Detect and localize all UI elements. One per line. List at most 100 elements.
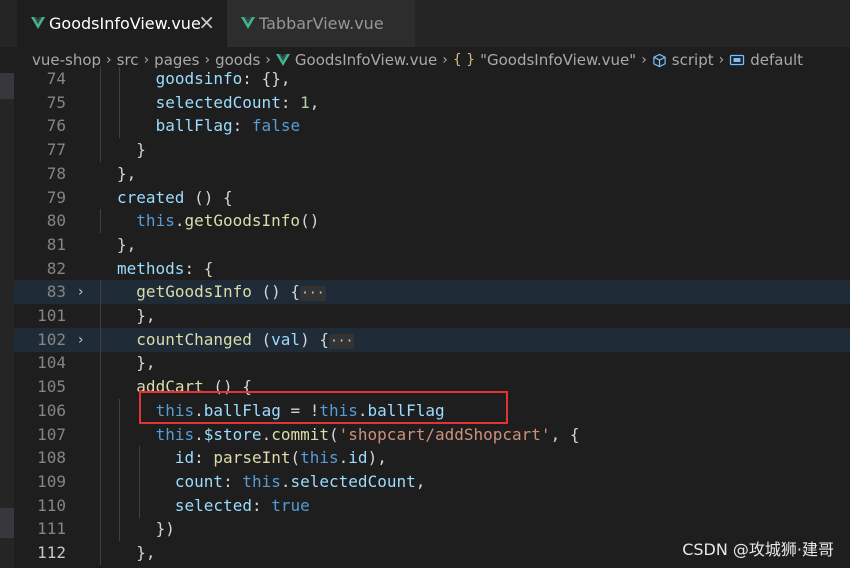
code-token: selected [174, 495, 252, 515]
indent-guide [100, 114, 101, 139]
code-text: countChanged (val) {··· [136, 328, 355, 354]
line-number: 78 [46, 163, 66, 183]
code-line[interactable]: 79 created () { [14, 186, 850, 210]
code-token: ), [367, 448, 387, 468]
code-token: commit [271, 424, 329, 444]
code-text: this.$store.commit('shopcart/addShopcart… [156, 423, 580, 447]
code-token: : [280, 92, 301, 112]
close-icon[interactable]: × [198, 11, 215, 33]
code-token: id [174, 448, 195, 468]
code-token: }, [117, 234, 137, 254]
code-line[interactable]: 76 ballFlag: false [14, 114, 850, 139]
indent-guide [119, 446, 121, 471]
code-token: , { [550, 424, 580, 444]
code-text: } [136, 138, 146, 162]
code-line[interactable]: 104}, [14, 351, 850, 376]
tab-bar-left-strip [0, 0, 17, 47]
indent-guide [119, 469, 121, 494]
code-token: }, [117, 163, 137, 183]
code-token: selectedCount [155, 92, 281, 112]
vue-file-icon [275, 54, 290, 66]
code-line[interactable]: 110 selected: true [14, 493, 850, 518]
code-token: this [300, 448, 339, 468]
code-token: created [117, 187, 185, 207]
code-text: }, [117, 233, 136, 257]
highlight-box [139, 391, 508, 424]
code-editor[interactable]: 74 goodsinfo: {}, 75 selectedCount: 1, 76 bal… [14, 67, 850, 568]
code-line[interactable]: 107 this.$store.commit('shopcart/addShopc… [14, 422, 850, 447]
code-token: this [136, 211, 175, 231]
code-line[interactable]: 78}, [14, 162, 850, 186]
line-number: 77 [46, 140, 66, 160]
code-token: . [280, 471, 291, 491]
code-token: this [242, 471, 281, 491]
code-token: ballFlag [155, 116, 233, 136]
indent-guide [100, 304, 101, 328]
code-text: count: this.selectedCount, [175, 470, 425, 494]
code-line[interactable]: 77} [14, 138, 850, 163]
indent-guide [138, 493, 140, 518]
indent-guide [100, 517, 101, 542]
line-number: 107 [37, 424, 66, 444]
indent-guide [100, 351, 101, 376]
code-text: }) [156, 517, 175, 541]
chevron-right-icon: › [265, 52, 271, 68]
fold-chevron-icon[interactable]: › [78, 280, 84, 304]
code-text: ballFlag: false [156, 114, 301, 138]
code-token: parseInt [213, 448, 291, 468]
indent-guide [100, 375, 101, 400]
line-number: 79 [46, 187, 66, 207]
code-token: : [232, 116, 252, 136]
code-token: . [338, 448, 349, 468]
gutter-marker [0, 508, 14, 538]
code-line[interactable]: 102 › countChanged (val) {··· [14, 327, 850, 354]
code-line[interactable]: 109 count: this.selectedCount, [14, 469, 850, 494]
code-token: , [415, 471, 426, 491]
line-number: 81 [46, 234, 66, 254]
code-line[interactable]: 75 selectedCount: 1, [14, 90, 850, 115]
fold-chevron-icon[interactable]: › [78, 328, 84, 352]
code-text: goodsinfo: {}, [156, 67, 291, 91]
code-token: }) [155, 519, 175, 539]
code-line[interactable]: 74 goodsinfo: {}, [14, 67, 850, 91]
indent-guide [138, 446, 140, 471]
code-line[interactable]: 108 id: parseInt(this.id), [14, 446, 850, 471]
line-number: 83 [46, 282, 66, 302]
object-braces-icon: { } [452, 52, 476, 68]
code-token: () { [184, 187, 233, 207]
code-text: created () { [117, 186, 233, 210]
indent-guide [100, 90, 101, 115]
code-line[interactable]: 81}, [14, 233, 850, 257]
indent-guide [100, 469, 101, 494]
line-number: 80 [46, 211, 66, 231]
chevron-right-icon: › [718, 52, 725, 68]
indent-guide [100, 280, 101, 305]
code-token: : {}, [242, 69, 291, 88]
chevron-right-icon: › [641, 52, 647, 68]
tab-goodsinfoview[interactable]: GoodsInfoView.vue × [17, 0, 227, 47]
line-number: 110 [37, 495, 66, 515]
code-token: this [155, 424, 195, 444]
chevron-right-icon: › [143, 52, 150, 68]
tab-tabbarview[interactable]: TabbarView.vue [227, 0, 415, 47]
indent-guide [119, 493, 121, 518]
code-token: : [223, 471, 243, 491]
code-token: ( [251, 329, 272, 349]
code-token: id [348, 448, 368, 468]
code-line[interactable]: 80 this.getGoodsInfo() [14, 209, 850, 234]
tab-label: TabbarView.vue [259, 14, 384, 33]
indent-guide [119, 67, 121, 91]
indent-guide [100, 541, 101, 565]
line-number: 101 [37, 306, 66, 325]
code-token: true [271, 495, 310, 515]
indent-guide [119, 517, 121, 542]
chevron-right-icon: › [204, 52, 211, 68]
code-line[interactable]: 83 › getGoodsInfo () {··· [14, 280, 850, 305]
code-token: }, [136, 543, 156, 562]
code-line[interactable]: 82 methods: { [14, 257, 850, 281]
code-token: , [309, 92, 320, 112]
code-line[interactable]: 101}, [14, 304, 850, 328]
cube-icon [652, 53, 667, 68]
code-token: methods [117, 258, 185, 278]
code-token: : { [184, 258, 214, 278]
